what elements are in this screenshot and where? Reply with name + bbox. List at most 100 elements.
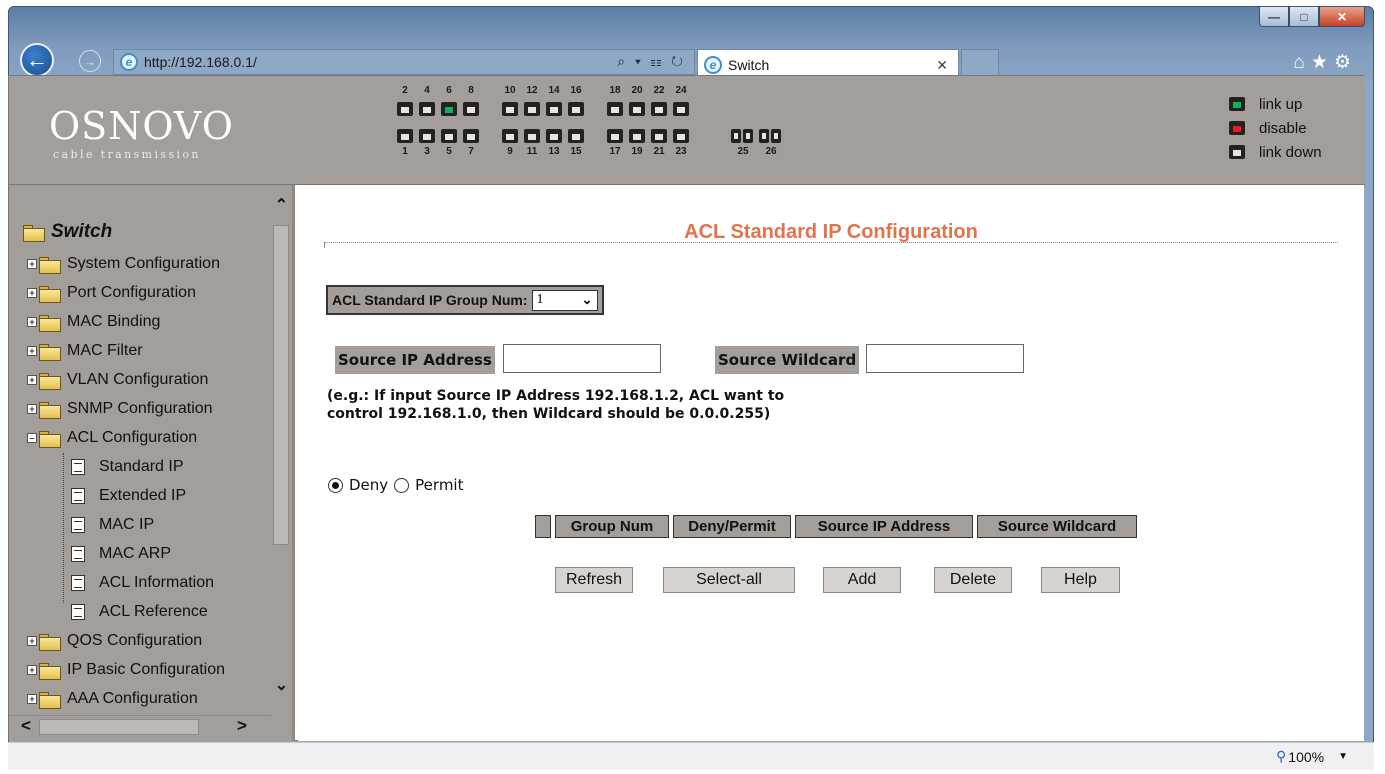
close-window-button[interactable]: ✕ — [1319, 7, 1365, 27]
scroll-down-icon[interactable]: ⌄ — [271, 675, 292, 697]
source-ip-input[interactable] — [503, 344, 661, 373]
nav-tree: Switch + System Configuration + Port Confi… — [9, 185, 271, 713]
sidebar-vertical-scrollbar[interactable]: ⌃ ⌄ — [271, 185, 292, 713]
sidebar-item-ip-basic-configuration[interactable]: + IP Basic Configuration — [27, 659, 225, 681]
sidebar-item-acl-configuration[interactable]: – ACL Configuration — [27, 427, 197, 449]
port-17-icon[interactable] — [607, 129, 623, 143]
expand-icon[interactable]: + — [27, 665, 37, 675]
fiber-port-26-icon[interactable] — [759, 129, 783, 143]
settings-gear-icon[interactable]: ⚙ — [1334, 52, 1357, 73]
scroll-left-icon[interactable]: < — [15, 716, 37, 740]
expand-icon[interactable]: + — [27, 346, 37, 356]
new-tab-button[interactable] — [961, 49, 999, 77]
minimize-button[interactable]: — — [1259, 7, 1289, 27]
url-text[interactable]: http://192.168.0.1/ — [144, 54, 257, 70]
zoom-dropdown-icon[interactable]: ▼ — [1338, 751, 1348, 762]
select-all-button[interactable]: Select-all — [663, 567, 795, 593]
port-1-icon[interactable] — [397, 129, 413, 143]
port-24-icon[interactable] — [673, 102, 689, 116]
group-num-select[interactable]: 1 ⌄ — [531, 289, 598, 311]
expand-icon[interactable]: + — [27, 694, 37, 704]
port-8-icon[interactable] — [463, 102, 479, 116]
port-7-icon[interactable] — [463, 129, 479, 143]
source-wildcard-column-header: Source Wildcard — [977, 515, 1137, 538]
address-tools-icon[interactable]: ⌕ ▾ ☷ ↻ — [617, 53, 686, 70]
back-button[interactable]: ← — [20, 43, 54, 77]
sidebar-item-mac-ip[interactable]: MAC IP — [71, 514, 154, 536]
home-icon[interactable]: ⌂ — [1293, 52, 1310, 73]
disable-icon — [1229, 121, 1245, 135]
sidebar-item-mac-arp[interactable]: MAC ARP — [71, 543, 171, 565]
port-3-icon[interactable] — [419, 129, 435, 143]
port-number-23: 23 — [675, 146, 687, 157]
source-ip-label: Source IP Address — [335, 346, 495, 374]
sidebar-item-system-configuration[interactable]: + System Configuration — [27, 253, 220, 275]
expand-icon[interactable]: + — [27, 317, 37, 327]
sidebar-item-aaa-configuration[interactable]: + AAA Configuration — [27, 688, 198, 710]
port-12-icon[interactable] — [524, 102, 540, 116]
port-16-icon[interactable] — [568, 102, 584, 116]
permit-radio[interactable] — [394, 477, 410, 493]
chevron-down-icon: ⌄ — [581, 292, 593, 307]
refresh-button[interactable]: Refresh — [555, 567, 633, 593]
expand-icon[interactable]: + — [27, 375, 37, 385]
port-18-icon[interactable] — [607, 102, 623, 116]
delete-button[interactable]: Delete — [934, 567, 1012, 593]
favorites-star-icon[interactable]: ★ — [1311, 52, 1334, 73]
port-22-icon[interactable] — [651, 102, 667, 116]
page-icon — [71, 517, 85, 533]
scroll-thumb[interactable] — [273, 225, 289, 545]
port-23-icon[interactable] — [673, 129, 689, 143]
port-10-icon[interactable] — [502, 102, 518, 116]
tree-root-switch[interactable]: Switch — [23, 221, 112, 243]
sidebar-item-mac-binding[interactable]: + MAC Binding — [27, 311, 160, 333]
port-20-icon[interactable] — [629, 102, 645, 116]
deny-label: Deny — [349, 476, 389, 494]
port-4-icon[interactable] — [419, 102, 435, 116]
scroll-right-icon[interactable]: > — [231, 716, 253, 740]
ie-icon: e — [120, 53, 138, 71]
collapse-icon[interactable]: – — [27, 433, 37, 443]
horizontal-scroll-thumb[interactable] — [39, 719, 199, 735]
sidebar-horizontal-scrollbar[interactable]: < > — [9, 715, 271, 739]
expand-icon[interactable]: + — [27, 404, 37, 414]
port-6-icon[interactable] — [441, 102, 457, 116]
port-11-icon[interactable] — [524, 129, 540, 143]
sidebar-item-acl-reference[interactable]: ACL Reference — [71, 601, 208, 623]
port-14-icon[interactable] — [546, 102, 562, 116]
page-icon — [71, 575, 85, 591]
sidebar-item-qos-configuration[interactable]: + QOS Configuration — [27, 630, 202, 652]
scroll-up-icon[interactable]: ⌃ — [271, 195, 292, 217]
zoom-control[interactable]: ⚲ 100% ▼ — [1276, 748, 1348, 765]
source-wildcard-input[interactable] — [866, 344, 1024, 373]
expand-icon[interactable]: + — [27, 636, 37, 646]
sidebar-item-standard-ip[interactable]: Standard IP — [71, 456, 184, 478]
port-21-icon[interactable] — [651, 129, 667, 143]
sidebar-item-port-configuration[interactable]: + Port Configuration — [27, 282, 196, 304]
divider-tick — [324, 242, 325, 248]
port-15-icon[interactable] — [568, 129, 584, 143]
help-button[interactable]: Help — [1041, 567, 1120, 593]
tab-close-icon[interactable]: ✕ — [936, 57, 948, 74]
deny-radio[interactable] — [328, 477, 343, 493]
maximize-button[interactable]: □ — [1289, 7, 1319, 27]
port-5-icon[interactable] — [441, 129, 457, 143]
expand-icon[interactable]: + — [27, 288, 37, 298]
legend-disable: disable — [1229, 116, 1322, 140]
sidebar-item-mac-filter[interactable]: + MAC Filter — [27, 340, 143, 362]
add-button[interactable]: Add — [823, 567, 901, 593]
port-number-11: 11 — [526, 146, 538, 157]
sidebar-item-acl-information[interactable]: ACL Information — [71, 572, 214, 594]
sidebar-item-vlan-configuration[interactable]: + VLAN Configuration — [27, 369, 208, 391]
port-13-icon[interactable] — [546, 129, 562, 143]
expand-icon[interactable]: + — [27, 259, 37, 269]
sidebar-item-extended-ip[interactable]: Extended IP — [71, 485, 186, 507]
port-19-icon[interactable] — [629, 129, 645, 143]
port-2-icon[interactable] — [397, 102, 413, 116]
sidebar-item-snmp-configuration[interactable]: + SNMP Configuration — [27, 398, 213, 420]
address-bar[interactable]: e http://192.168.0.1/ ⌕ ▾ ☷ ↻ — [113, 49, 695, 75]
forward-button[interactable]: → — [79, 50, 101, 72]
web-page: OSNOVO cable transmission 2 4 6 8 10 12 14 16 18… — [8, 75, 1365, 741]
port-9-icon[interactable] — [502, 129, 518, 143]
fiber-port-25-icon[interactable] — [731, 129, 755, 143]
